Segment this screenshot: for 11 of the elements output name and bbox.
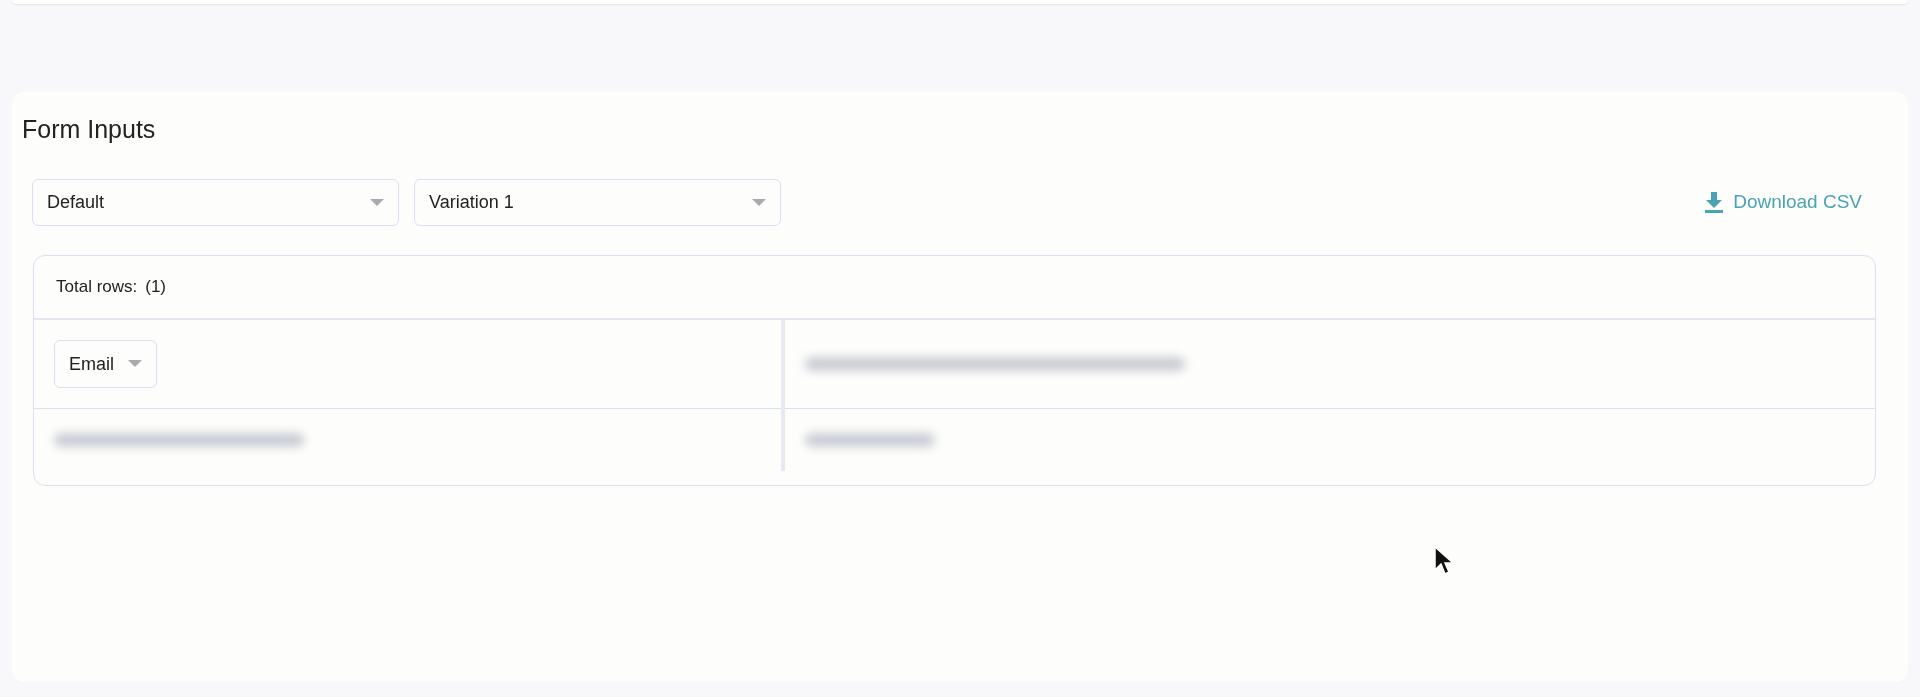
caret-icon bbox=[128, 360, 142, 368]
column-select[interactable]: Email bbox=[54, 340, 157, 388]
filter-select[interactable]: Variation 1 bbox=[414, 179, 781, 226]
total-rows-count: (1) bbox=[145, 276, 167, 299]
section-title: Form Inputs bbox=[22, 114, 157, 145]
download-icon bbox=[1705, 192, 1724, 213]
filter-select[interactable]: Default bbox=[32, 179, 399, 226]
caret-icon bbox=[752, 198, 766, 207]
mouse-cursor-icon bbox=[1434, 546, 1454, 576]
total-rows-label: Total rows: bbox=[56, 276, 138, 299]
caret-icon bbox=[370, 198, 384, 207]
